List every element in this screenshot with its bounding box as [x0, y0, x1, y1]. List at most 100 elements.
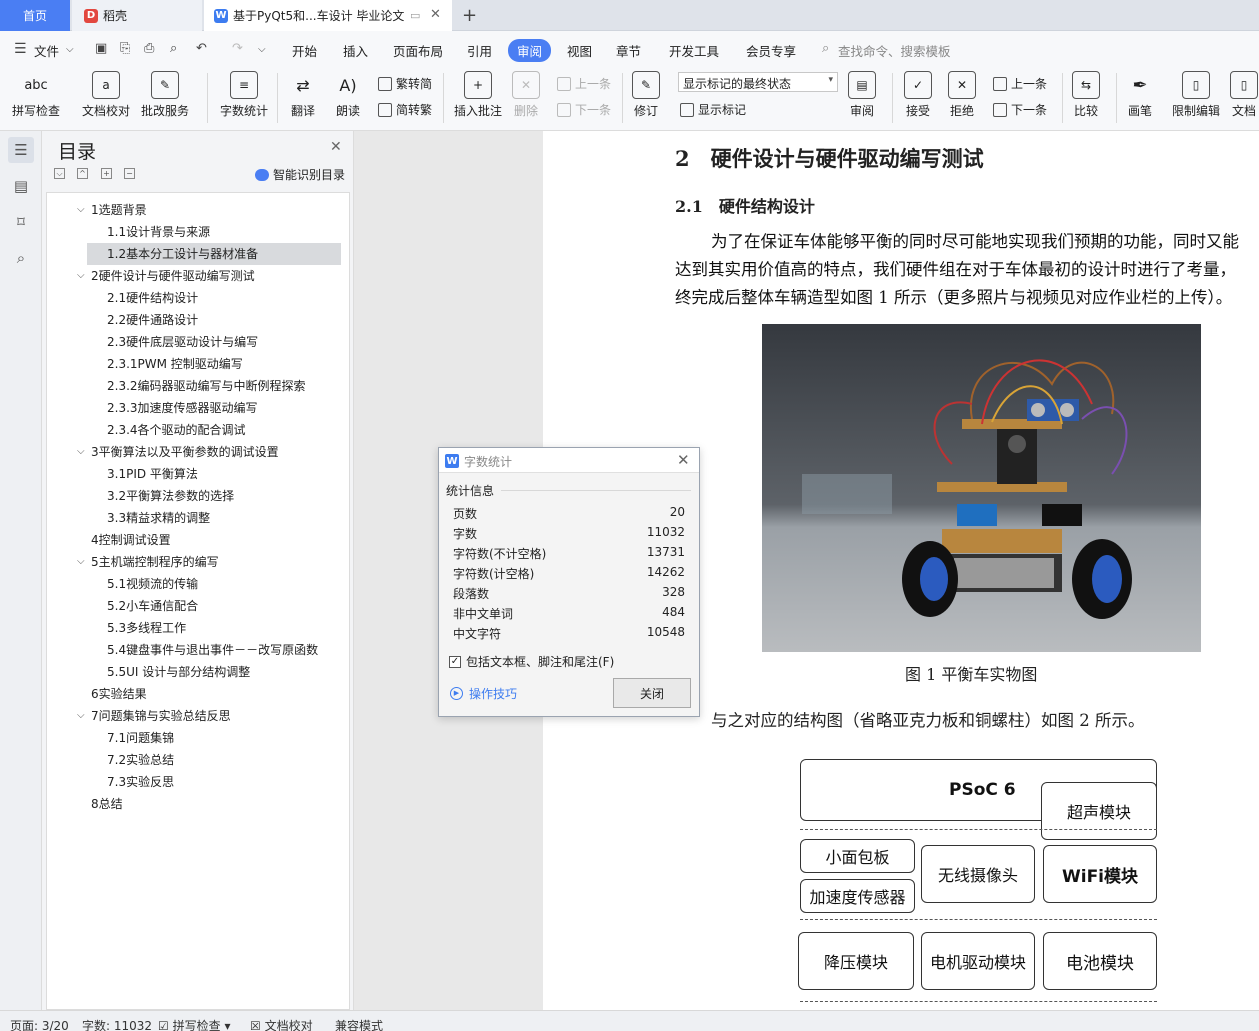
chevron-down-icon[interactable]: ⌵	[77, 441, 85, 463]
doc-rights-button[interactable]: ▯ 文档	[1230, 71, 1258, 119]
menu-member[interactable]: 会员专享	[746, 41, 796, 60]
toc-item[interactable]: 2.1硬件结构设计	[47, 287, 347, 309]
remove-level-icon[interactable]: −	[124, 168, 135, 179]
menu-insert[interactable]: 插入	[343, 41, 368, 60]
menu-developer[interactable]: 开发工具	[669, 41, 719, 60]
toc-item[interactable]: ⌵ 5主机端控制程序的编写	[47, 551, 347, 573]
trad-to-simp-button[interactable]: 繁转简	[378, 75, 432, 92]
restrict-edit-button[interactable]: ▯ 限制编辑	[1172, 71, 1220, 119]
toc-item[interactable]: ⌵ 2硬件设计与硬件驱动编写测试	[47, 265, 347, 287]
status-spell-check[interactable]: ☑ 拼写检查 ▾	[158, 1017, 230, 1031]
compare-button[interactable]: ⇆ 比较	[1072, 71, 1100, 119]
chevron-down-icon[interactable]: ⌵	[66, 44, 74, 55]
search-icon[interactable]: ⌕	[8, 245, 34, 271]
menu-layout[interactable]: 页面布局	[393, 41, 443, 60]
insert-comment-button[interactable]: + 插入批注	[454, 71, 502, 119]
tab-home[interactable]: 首页	[0, 0, 70, 31]
toc-item[interactable]: 2.3.2编码器驱动编写与中断例程探索	[47, 375, 347, 397]
toc-item[interactable]: 2.3.1PWM 控制驱动编写	[47, 353, 347, 375]
delete-comment-button[interactable]: ✕ 删除	[512, 71, 540, 119]
markup-state-select[interactable]: 显示标记的最终状态 ▾	[678, 72, 838, 92]
toc-item[interactable]: 7.3实验反思	[47, 771, 347, 793]
close-button[interactable]: 关闭	[613, 678, 691, 708]
menu-chapter[interactable]: 章节	[616, 41, 641, 60]
tab-docer[interactable]: D 稻壳	[72, 0, 202, 31]
toc-item[interactable]: ⌵ 7问题集锦与实验总结反思	[47, 705, 347, 727]
collapse-all-icon[interactable]: ⌵	[54, 168, 65, 179]
menu-review[interactable]: 审阅	[508, 39, 552, 62]
chevron-down-icon[interactable]: ⌵	[77, 199, 85, 221]
chevron-down-icon[interactable]: ⌵	[77, 551, 85, 573]
toc-item[interactable]: 5.5UI 设计与部分结构调整	[47, 661, 347, 683]
hamburger-icon[interactable]: ☰	[14, 41, 27, 57]
toc-item[interactable]: 6实验结果	[47, 683, 347, 705]
bookmark-icon[interactable]: ⌑	[8, 209, 34, 235]
include-textbox-checkbox[interactable]: ✓ 包括文本框、脚注和尾注(F)	[449, 653, 614, 670]
prev-change-button[interactable]: 上一条	[993, 75, 1047, 92]
save-icon[interactable]: ▣	[95, 41, 107, 56]
accept-button[interactable]: ✓ 接受	[904, 71, 932, 119]
spell-check-button[interactable]: abc 拼写检查	[12, 71, 60, 119]
toc-item[interactable]: 2.3.3加速度传感器驱动编写	[47, 397, 347, 419]
toc-item[interactable]: ⌵ 1选题背景	[47, 199, 347, 221]
toc-item[interactable]: 1.2基本分工设计与器材准备	[87, 243, 341, 265]
proofread-button[interactable]: a 文档校对	[82, 71, 130, 119]
toc-item[interactable]: 2.2硬件通路设计	[47, 309, 347, 331]
smart-toc-button[interactable]: 智能识别目录	[255, 166, 345, 183]
simp-to-trad-button[interactable]: 简转繁	[378, 101, 432, 118]
toc-item[interactable]: 8总结	[47, 793, 347, 815]
toc-item[interactable]: 7.1问题集锦	[47, 727, 347, 749]
chevron-down-icon[interactable]: ⌵	[77, 705, 85, 727]
command-search-input[interactable]: 查找命令、搜索模板	[838, 41, 951, 60]
toc-item[interactable]: ⌵ 3平衡算法以及平衡参数的调试设置	[47, 441, 347, 463]
toc-item[interactable]: 5.3多线程工作	[47, 617, 347, 639]
add-level-icon[interactable]: +	[101, 168, 112, 179]
toc-item[interactable]: 3.3精益求精的调整	[47, 507, 347, 529]
toc-item[interactable]: 3.1PID 平衡算法	[47, 463, 347, 485]
menu-file[interactable]: 文件	[34, 41, 59, 60]
page-indicator[interactable]: 页面: 3/20	[10, 1017, 69, 1031]
review-pane-button[interactable]: ▤ 审阅	[848, 71, 876, 119]
pen-button[interactable]: ✒ 画笔	[1126, 71, 1154, 119]
menu-start[interactable]: 开始	[292, 41, 317, 60]
toc-item[interactable]: 2.3.4各个驱动的配合调试	[47, 419, 347, 441]
show-markup-button[interactable]: 显示标记	[680, 101, 746, 118]
toc-item[interactable]: 4控制调试设置	[47, 529, 347, 551]
translate-button[interactable]: ⇄ 翻译	[289, 71, 317, 119]
word-count-indicator[interactable]: 字数: 11032	[82, 1017, 152, 1031]
quick-access-more-icon[interactable]: ⌵	[258, 44, 266, 55]
menu-reference[interactable]: 引用	[467, 41, 492, 60]
chevron-down-icon[interactable]: ⌵	[77, 265, 85, 287]
status-proofread[interactable]: ☒ 文档校对	[250, 1017, 313, 1031]
outline-icon[interactable]: ☰	[8, 137, 34, 163]
track-changes-button[interactable]: ✎ 修订	[632, 71, 660, 119]
toc-item[interactable]: 7.2实验总结	[47, 749, 347, 771]
tips-link[interactable]: ▶ 操作技巧	[450, 685, 517, 702]
tab-close-icon[interactable]: ✕	[430, 7, 441, 22]
toc-item[interactable]: 5.2小车通信配合	[47, 595, 347, 617]
close-icon[interactable]: ✕	[677, 451, 690, 469]
close-icon[interactable]: ✕	[330, 139, 342, 155]
correction-service-button[interactable]: ✎ 批改服务	[141, 71, 189, 119]
new-tab-button[interactable]: +	[462, 0, 477, 31]
toc-item[interactable]: 2.3硬件底层驱动设计与编写	[47, 331, 347, 353]
next-comment-button[interactable]: 下一条	[557, 101, 611, 118]
menu-view[interactable]: 视图	[567, 41, 592, 60]
reject-button[interactable]: ✕ 拒绝	[948, 71, 976, 119]
redo-icon[interactable]: ↷	[232, 41, 243, 56]
preview-icon[interactable]: ⌕	[170, 41, 177, 56]
toc-item[interactable]: 3.2平衡算法参数的选择	[47, 485, 347, 507]
chapter-nav-icon[interactable]: ▤	[8, 173, 34, 199]
read-aloud-button[interactable]: A) 朗读	[334, 71, 362, 119]
dialog-titlebar[interactable]: W 字数统计 ✕	[439, 448, 699, 473]
toc-item[interactable]: 5.4键盘事件与退出事件－－改写原函数	[47, 639, 347, 661]
next-change-button[interactable]: 下一条	[993, 101, 1047, 118]
prev-comment-button[interactable]: 上一条	[557, 75, 611, 92]
export-icon[interactable]: ⎘	[120, 41, 130, 56]
word-count-button[interactable]: ≡ 字数统计	[220, 71, 268, 119]
expand-all-icon[interactable]: ^	[77, 168, 88, 179]
toc-item[interactable]: 1.1设计背景与来源	[47, 221, 347, 243]
print-icon[interactable]: ⎙	[144, 41, 154, 56]
tab-document[interactable]: W 基于PyQt5和...车设计 毕业论文 ▭ ✕	[204, 0, 452, 31]
toc-item[interactable]: 5.1视频流的传输	[47, 573, 347, 595]
